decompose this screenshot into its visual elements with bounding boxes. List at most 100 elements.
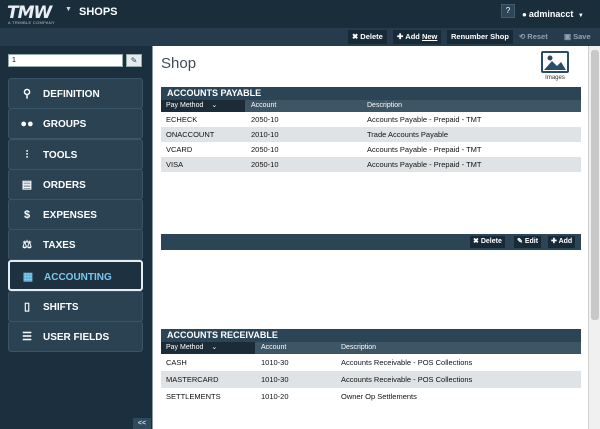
sidebar-item-label: USER FIELDS [43, 332, 110, 343]
sidebar-item-tools[interactable]: ⫶ TOOLS [8, 139, 143, 170]
delete-button[interactable]: ✖ Delete [348, 30, 387, 44]
table-row[interactable]: VISA 2050-10 Accounts Payable - Prepaid … [161, 157, 581, 172]
table-row[interactable]: CASH 1010-30 Accounts Receivable - POS C… [161, 354, 581, 371]
pencil-icon: ✎ [517, 238, 523, 245]
column-label: Pay Method [166, 102, 204, 109]
sidebar-item-label: TOOLS [43, 150, 78, 161]
plus-icon: ✚ [397, 32, 404, 41]
save-button[interactable]: ▣ Save [560, 30, 595, 44]
description-cell: Accounts Receivable - POS Collections [341, 358, 473, 367]
sidebar-item-taxes[interactable]: ⚖ TAXES [8, 229, 143, 260]
sidebar-item-label: TAXES [43, 240, 76, 251]
sidebar-item-label: EXPENSES [43, 210, 97, 221]
save-label: Save [573, 32, 591, 41]
sidebar-item-label: SHIFTS [43, 302, 79, 313]
reset-button[interactable]: ⟲ Reset [515, 30, 552, 44]
sidebar-item-groups[interactable]: ●● GROUPS [8, 108, 143, 139]
reset-label: Reset [527, 32, 548, 41]
images-label: Images [545, 75, 565, 81]
images-button[interactable]: Images [538, 51, 572, 83]
user-menu-caret-icon: ▼ [577, 13, 584, 19]
sort-arrow-icon: ⌄ [211, 344, 218, 351]
table-row[interactable]: ECHECK 2050-10 Accounts Payable - Prepai… [161, 112, 581, 127]
scale-icon: ⚖ [22, 239, 32, 251]
add-new-label-underlined: New [421, 32, 438, 41]
sidebar-item-definition[interactable]: ⚲ DEFINITION [8, 78, 143, 109]
column-header-account[interactable]: Account [251, 100, 276, 112]
pay-method-cell: ECHECK [166, 115, 198, 124]
renumber-shop-button[interactable]: Renumber Shop [447, 30, 513, 44]
description-cell: Accounts Receivable - POS Collections [341, 375, 473, 384]
tmw-logo[interactable]: TMW A TRIMBLE COMPANY [7, 3, 61, 25]
ap-delete-button[interactable]: ✖ Delete [470, 236, 505, 248]
add-new-button[interactable]: ✚ Add New [393, 30, 442, 44]
badge-icon: ▯ [23, 301, 31, 313]
table-row[interactable]: ONACCOUNT 2010-10 Trade Accounts Payable [161, 127, 581, 142]
sidebar-item-expenses[interactable]: $ EXPENSES [8, 199, 143, 230]
pay-method-cell: VCARD [166, 145, 193, 154]
document-icon: ▤ [21, 179, 33, 191]
pay-method-cell: CASH [166, 358, 187, 367]
pay-method-cell: VISA [166, 160, 184, 169]
sidebar-item-user-fields[interactable]: ☰ USER FIELDS [8, 321, 143, 352]
help-button[interactable]: ? [501, 4, 515, 18]
section-title: ACCOUNTS RECEIVABLE [161, 329, 581, 342]
column-header-description[interactable]: Description [341, 342, 376, 354]
collapse-sidebar-button[interactable]: << [133, 418, 151, 429]
account-cell: 1010-30 [261, 358, 289, 367]
search-icon: ⚲ [22, 88, 32, 100]
ap-add-label: Add [558, 238, 573, 245]
add-new-label: Add [405, 32, 422, 41]
save-icon: ▣ [564, 32, 572, 41]
table-header: Pay Method ⌄ Account Description [161, 100, 581, 112]
table-row[interactable]: VCARD 2050-10 Accounts Payable - Prepaid… [161, 142, 581, 157]
delete-label: Delete [360, 32, 383, 41]
page-title: Shop [161, 55, 197, 72]
pay-method-cell: SETTLEMENTS [166, 392, 221, 401]
scroll-thumb[interactable] [591, 50, 599, 320]
table-row[interactable]: MASTERCARD 1010-30 Accounts Receivable -… [161, 371, 581, 388]
sidebar-item-orders[interactable]: ▤ ORDERS [8, 169, 143, 200]
column-header-pay-method[interactable]: Pay Method ⌄ [161, 342, 255, 354]
sort-arrow-icon: ⌄ [211, 102, 218, 109]
ap-edit-button[interactable]: ✎ Edit [514, 236, 542, 248]
column-header-account[interactable]: Account [261, 342, 286, 354]
sidebar-item-accounting[interactable]: ▦ ACCOUNTING [8, 260, 143, 291]
pay-method-cell: ONACCOUNT [166, 130, 215, 139]
account-cell: 2050-10 [251, 115, 279, 124]
column-header-description[interactable]: Description [367, 100, 402, 112]
description-cell: Accounts Payable - Prepaid - TMT [367, 160, 482, 169]
sidebar-item-label: ACCOUNTING [44, 272, 112, 283]
account-cell: 1010-30 [261, 375, 289, 384]
column-header-pay-method[interactable]: Pay Method ⌄ [161, 100, 245, 112]
eraser-icon[interactable]: ✎ [126, 54, 142, 67]
user-icon: ● [522, 10, 527, 19]
description-cell: Accounts Payable - Prepaid - TMT [367, 145, 482, 154]
user-name: adminacct [528, 9, 574, 19]
accounts-payable-actions: ✖ Delete ✎ Edit ✚ Add [161, 234, 581, 250]
dollar-icon: $ [23, 209, 31, 221]
close-icon: ✖ [473, 238, 479, 245]
user-menu[interactable]: ● adminacct ▼ [522, 9, 584, 19]
sidebar-item-label: DEFINITION [43, 89, 100, 100]
toolbar: ✖ Delete ✚ Add New Renumber Shop ⟲ Reset ▣ S… [0, 28, 600, 46]
sidebar-item-label: GROUPS [43, 119, 87, 130]
description-cell: Owner Op Settlements [341, 392, 417, 401]
accounts-payable-table: ECHECK 2050-10 Accounts Payable - Prepai… [161, 112, 581, 234]
account-cell: 2010-10 [251, 130, 279, 139]
ap-add-button[interactable]: ✚ Add [548, 236, 576, 248]
ap-delete-label: Delete [480, 238, 502, 245]
search-box[interactable] [8, 54, 123, 67]
section-title: ACCOUNTS PAYABLE [161, 87, 581, 100]
table-row[interactable]: SETTLEMENTS 1010-20 Owner Op Settlements [161, 388, 581, 405]
logo-subtitle: A TRIMBLE COMPANY [8, 20, 55, 25]
description-cell: Trade Accounts Payable [367, 130, 449, 139]
search-input[interactable] [9, 55, 122, 66]
account-cell: 2050-10 [251, 145, 279, 154]
sidebar-item-shifts[interactable]: ▯ SHIFTS [8, 291, 143, 322]
app-menu-caret-icon[interactable]: ▼ [65, 6, 72, 13]
account-cell: 2050-10 [251, 160, 279, 169]
vertical-scrollbar[interactable] [588, 46, 600, 429]
main-panel: Shop Images ACCOUNTS PAYABLE Pay Method … [152, 46, 600, 429]
column-label: Pay Method [166, 344, 204, 351]
